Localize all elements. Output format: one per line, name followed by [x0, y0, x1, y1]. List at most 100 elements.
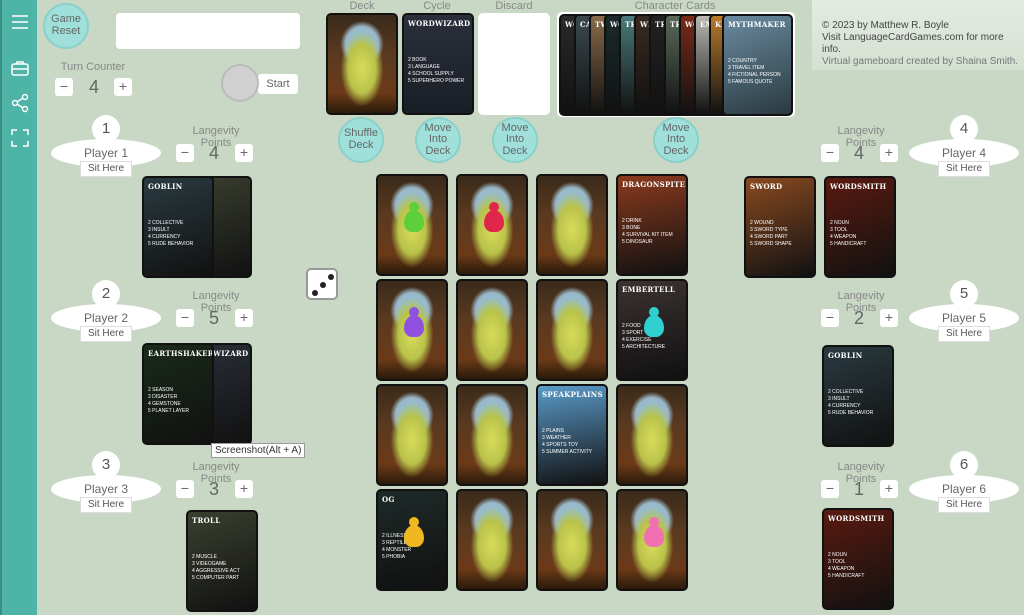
player-pawn[interactable]: [644, 517, 664, 547]
board-card[interactable]: [536, 279, 608, 381]
hand-card[interactable]: WORDSMITH 2 NOUN 3 TOOL 4 WEAPON 5 HANDICRAF…: [822, 508, 894, 610]
points-plus-button[interactable]: +: [880, 309, 898, 327]
character-card-top[interactable]: MYTHMAKER 2 COUNTRY 3 TRAVEL ITEM 4 FICTIO…: [722, 14, 793, 116]
pawn-body: [404, 525, 424, 547]
card-line: 2 PLAINS: [542, 428, 564, 434]
creator-text: Virtual gameboard created by Shaina Smit…: [822, 56, 1019, 67]
card-line: 3 BONE: [622, 225, 641, 231]
sit-here-button[interactable]: Sit Here: [80, 326, 132, 342]
board-card[interactable]: [376, 279, 448, 381]
card-title: WORDSMITH: [830, 182, 887, 191]
cycle-move-into-deck-button[interactable]: Move Into Deck: [415, 117, 461, 163]
board-card[interactable]: [456, 489, 528, 591]
card-line: 4 AGGRESSIVE ACT: [192, 568, 240, 574]
board-card[interactable]: [456, 174, 528, 276]
points-value: 4: [853, 143, 864, 163]
card-line: 3 INSULT: [828, 396, 850, 402]
card-line: 5 PHOBIA: [382, 554, 406, 560]
player-pawn[interactable]: [644, 307, 664, 337]
hand-card[interactable]: TROLL 2 MUSCLE 3 VIDEOGAME 4 AGGRESSIVE ACT…: [186, 510, 258, 612]
board-card[interactable]: [536, 174, 608, 276]
die[interactable]: [306, 268, 338, 300]
card-line: 2 COLLECTIVE: [148, 220, 184, 226]
game-reset-button[interactable]: Game Reset: [43, 3, 89, 49]
points-plus-button[interactable]: +: [880, 480, 898, 498]
board-card[interactable]: [376, 384, 448, 486]
sit-here-button[interactable]: Sit Here: [938, 497, 990, 513]
points-value: 2: [853, 308, 864, 328]
hand-card[interactable]: EARTHSHAKER 2 SEASON 3 DISASTER 4 GEMSTONE 5…: [142, 343, 214, 445]
hand-card[interactable]: WORDSMITH 2 NOUN 3 TOOL 4 WEAPON 5 HANDICRAF…: [824, 176, 896, 278]
start-button[interactable]: Start: [258, 74, 298, 94]
sit-here-button[interactable]: Sit Here: [80, 497, 132, 513]
card-line: 5 ARCHITECTURE: [622, 344, 666, 350]
hand-card[interactable]: GOBLIN 2 COLLECTIVE 3 INSULT 4 CURRENCY 5 RU…: [822, 345, 894, 447]
player-pawn[interactable]: [404, 307, 424, 337]
character-move-into-deck-button[interactable]: Move Into Deck: [653, 117, 699, 163]
pawn-body: [404, 315, 424, 337]
points-plus-button[interactable]: +: [235, 309, 253, 327]
player-pawn[interactable]: [484, 202, 504, 232]
player-pawn[interactable]: [404, 202, 424, 232]
points-minus-button[interactable]: −: [176, 309, 194, 327]
points-minus-button[interactable]: −: [176, 480, 194, 498]
pawn-body: [644, 315, 664, 337]
points-value: 3: [208, 479, 219, 499]
pawn-body: [484, 210, 504, 232]
points-plus-button[interactable]: +: [235, 480, 253, 498]
board-card[interactable]: EMBERTELL 2 FOOD 3 SPORT 4 EXERCISE 5 ARCHIT…: [616, 279, 688, 381]
card-line: 2 WOUND: [750, 220, 774, 226]
hand-card[interactable]: GOBLIN 2 COLLECTIVE 3 INSULT 4 CURRENCY 5 RU…: [142, 176, 214, 278]
board-card[interactable]: [376, 174, 448, 276]
points-minus-button[interactable]: −: [176, 144, 194, 162]
cycle-label: Cycle: [423, 0, 451, 12]
card-line: 4 CURRENCY: [828, 403, 861, 409]
player-pawn[interactable]: [404, 517, 424, 547]
card-line: 2 DRINK: [622, 218, 642, 224]
card-line: 4 MONSTER: [382, 547, 412, 553]
sit-here-button[interactable]: Sit Here: [938, 161, 990, 177]
pawn-body: [644, 525, 664, 547]
sit-here-button[interactable]: Sit Here: [938, 326, 990, 342]
board-card[interactable]: [456, 384, 528, 486]
turn-plus-button[interactable]: +: [114, 78, 132, 96]
card-title: GOBLIN: [148, 182, 183, 191]
hand-card[interactable]: SWORD 2 WOUND 3 SWORD TYPE 4 SWORD PART 5 SW…: [744, 176, 816, 278]
card-line: 2 SEASON: [148, 387, 174, 393]
board-card[interactable]: SPEAKPLAINS 2 PLAINS 3 WEATHER 4 SPORTS TOY…: [536, 384, 608, 486]
deck-pile[interactable]: [326, 13, 398, 115]
share-icon[interactable]: [10, 93, 30, 113]
die-pip: [320, 282, 326, 288]
discard-move-into-deck-button[interactable]: Move Into Deck: [492, 117, 538, 163]
menu-icon[interactable]: [10, 12, 30, 32]
points-minus-button[interactable]: −: [821, 480, 839, 498]
card-line: 4 WEAPON: [830, 234, 857, 240]
card-line: 5 HANDICRAFT: [828, 573, 865, 579]
cycle-card[interactable]: WORDWIZARD 2 BOOK 3 LANGUAGE 4 SCHOOL SUPP…: [402, 13, 474, 115]
board-card[interactable]: [456, 279, 528, 381]
points-plus-button[interactable]: +: [880, 144, 898, 162]
card-line: 5 PLANET LAYER: [148, 408, 189, 414]
briefcase-icon[interactable]: [10, 58, 30, 78]
board-card[interactable]: OG 2 ILLNESS 3 REPTILE 4 MONSTER 5 PHOBIA: [376, 489, 448, 591]
points-minus-button[interactable]: −: [821, 309, 839, 327]
discard-pile[interactable]: [478, 13, 550, 115]
fullscreen-icon[interactable]: [10, 128, 30, 148]
card-line: 3 SWORD TYPE: [750, 227, 788, 233]
board-card[interactable]: [536, 489, 608, 591]
website-link[interactable]: Visit LanguageCardGames.com for more inf…: [822, 32, 1024, 56]
card-line: 3 DISASTER: [148, 394, 178, 400]
card-lines: 2 NOUN 3 TOOL 4 WEAPON 5 HANDICRAFT: [830, 220, 866, 248]
board-card[interactable]: [616, 489, 688, 591]
card-line: 4 SWORD PART: [750, 234, 788, 240]
card-line: 3 TOOL: [830, 227, 848, 233]
points-plus-button[interactable]: +: [235, 144, 253, 162]
points-minus-button[interactable]: −: [821, 144, 839, 162]
board-card[interactable]: [616, 384, 688, 486]
sit-here-button[interactable]: Sit Here: [80, 161, 132, 177]
card-line: 2 COLLECTIVE: [828, 389, 864, 395]
points-value: 4: [208, 143, 219, 163]
turn-minus-button[interactable]: −: [55, 78, 73, 96]
board-card[interactable]: DRAGONSPITE 2 DRINK 3 BONE 4 SURVIVAL KIT I…: [616, 174, 688, 276]
shuffle-deck-button[interactable]: Shuffle Deck: [338, 117, 384, 163]
